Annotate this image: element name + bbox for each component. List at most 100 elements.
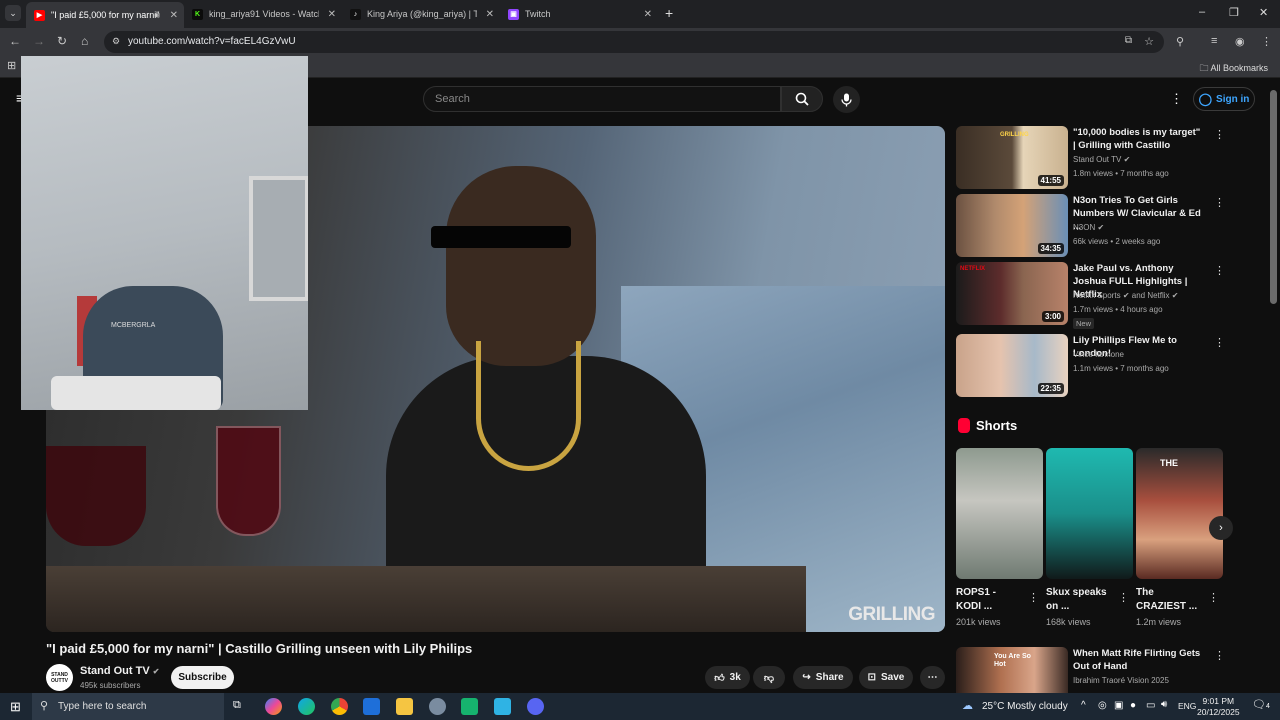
- recommendation-item[interactable]: 34:35 N3on Tries To Get Girls Numbers W/…: [956, 194, 1226, 258]
- like-button[interactable]: 👍︎ 3k: [705, 666, 750, 689]
- new-tab-button[interactable]: +: [665, 5, 673, 21]
- app-icon[interactable]: [527, 698, 544, 715]
- install-app-icon[interactable]: ⧉: [1125, 35, 1132, 46]
- recommendation-item[interactable]: 22:35 Lily Phillips Flew Me to London! V…: [956, 334, 1226, 398]
- close-tab-icon[interactable]: ✕: [644, 9, 652, 20]
- language-indicator[interactable]: ENG: [1178, 701, 1196, 711]
- more-options-icon[interactable]: ⋮: [1214, 264, 1225, 277]
- network-icon[interactable]: ▭: [1146, 700, 1155, 711]
- tab-kick[interactable]: K king_ariya91 Videos - Watch O ✕: [184, 3, 342, 25]
- clock[interactable]: 9:01 PM 20/12/2025: [1197, 696, 1240, 718]
- volume-icon[interactable]: 🔊︎: [1161, 699, 1167, 710]
- browser-menu-icon[interactable]: ⋮: [1261, 35, 1272, 48]
- shorts-next-button[interactable]: ›: [1209, 516, 1233, 540]
- address-bar[interactable]: ⚙ youtube.com/watch?v=facEL4GzVwU ⧉ ☆: [104, 31, 1164, 53]
- restore-icon[interactable]: ❐: [1229, 6, 1239, 19]
- tray-app-icon[interactable]: ◎: [1098, 700, 1107, 711]
- speaker-icon[interactable]: 🔊︎: [154, 10, 160, 21]
- recommendation-item[interactable]: GRILLING 41:55 "10,000 bodies is my targ…: [956, 126, 1226, 190]
- minimize-icon[interactable]: –: [1199, 6, 1205, 18]
- channel-avatar[interactable]: STAND OUTTV: [46, 664, 73, 691]
- tray-chevron-icon[interactable]: ^: [1081, 700, 1086, 711]
- video-thumbnail[interactable]: NETFLIX 3:00: [956, 262, 1068, 325]
- notification-icon[interactable]: 🗨︎4: [1252, 698, 1270, 711]
- recommendation-meta: 1.8m views • 7 months ago: [1073, 169, 1169, 178]
- recommendation-channel[interactable]: Vince Iannone: [1073, 350, 1124, 359]
- reload-icon[interactable]: ↻: [57, 34, 67, 48]
- short-title[interactable]: ROPS1 - KODI ...: [956, 586, 1022, 614]
- snip-tool-icon[interactable]: [429, 698, 446, 715]
- short-title[interactable]: Skux speaks on ...: [1046, 586, 1112, 614]
- url-text[interactable]: youtube.com/watch?v=facEL4GzVwU: [128, 36, 296, 47]
- recommendation-title[interactable]: "10,000 bodies is my target" | Grilling …: [1073, 126, 1205, 152]
- edge-icon[interactable]: [298, 698, 315, 715]
- tab-tiktok[interactable]: ♪ King Ariya (@king_ariya) | TikTo ✕: [342, 3, 500, 25]
- recommendation-channel[interactable]: Stand Out TV ✔: [1073, 155, 1130, 164]
- voice-search-button[interactable]: [833, 86, 860, 113]
- app-icon[interactable]: [494, 698, 511, 715]
- video-thumbnail[interactable]: You Are So Hot: [956, 647, 1068, 693]
- copilot-icon[interactable]: [265, 698, 282, 715]
- app-icon[interactable]: [461, 698, 478, 715]
- mail-icon[interactable]: [363, 698, 380, 715]
- recommendation-item[interactable]: NETFLIX 3:00 Jake Paul vs. Anthony Joshu…: [956, 262, 1226, 329]
- home-icon[interactable]: ⌂: [81, 34, 88, 48]
- more-options-icon[interactable]: ⋮: [1028, 591, 1039, 604]
- search-input[interactable]: Search: [423, 86, 781, 112]
- close-tab-icon[interactable]: ✕: [170, 10, 178, 21]
- media-controls-icon[interactable]: ≡: [1211, 35, 1217, 47]
- recommendation-title[interactable]: When Matt Rife Flirting Gets Out of Hand: [1073, 647, 1205, 673]
- recommendation-channel[interactable]: Netflix Sports ✔ and Netflix ✔: [1073, 291, 1178, 300]
- thumbnail-text: GRILLING: [1000, 132, 1029, 138]
- profile-icon[interactable]: ◉: [1235, 35, 1245, 48]
- apps-grid-icon[interactable]: ⊞: [7, 59, 16, 72]
- extensions-icon[interactable]: ⚲: [1176, 35, 1184, 48]
- bookmark-star-icon[interactable]: ☆: [1144, 35, 1154, 48]
- short-thumbnail[interactable]: THE: [1136, 448, 1223, 579]
- page-scrollbar[interactable]: [1270, 90, 1277, 304]
- back-icon[interactable]: ←: [9, 34, 21, 48]
- tab-search-button[interactable]: ⌄: [5, 5, 21, 21]
- video-thumbnail[interactable]: 34:35: [956, 194, 1068, 257]
- chrome-icon[interactable]: [331, 698, 348, 715]
- video-thumbnail[interactable]: 22:35: [956, 334, 1068, 397]
- settings-more-icon[interactable]: ⋮: [1170, 91, 1183, 107]
- more-options-icon[interactable]: ⋮: [1214, 649, 1225, 662]
- recommendation-channel[interactable]: N3ON ✔: [1073, 223, 1104, 232]
- short-thumbnail[interactable]: [1046, 448, 1133, 579]
- taskbar-search[interactable]: ⚲ Type here to search: [32, 693, 224, 720]
- more-actions-button[interactable]: ⋯: [920, 666, 945, 689]
- windows-start-icon[interactable]: ⊞: [10, 699, 21, 715]
- close-tab-icon[interactable]: ✕: [486, 9, 494, 20]
- search-button[interactable]: [781, 86, 823, 112]
- dislike-button[interactable]: 👎︎: [753, 666, 785, 689]
- more-options-icon[interactable]: ⋮: [1214, 336, 1225, 349]
- more-options-icon[interactable]: ⋮: [1214, 128, 1225, 141]
- more-options-icon[interactable]: ⋮: [1208, 591, 1219, 604]
- weather-text[interactable]: 25°C Mostly cloudy: [982, 701, 1068, 712]
- more-options-icon[interactable]: ⋮: [1118, 591, 1129, 604]
- video-thumbnail[interactable]: GRILLING 41:55: [956, 126, 1068, 189]
- task-view-icon[interactable]: ⧉: [233, 699, 241, 712]
- site-info-icon[interactable]: ⚙: [112, 36, 120, 47]
- microphone-icon[interactable]: ●: [1130, 700, 1136, 711]
- recommendation-item[interactable]: You Are So Hot When Matt Rife Flirting G…: [956, 647, 1226, 693]
- forward-icon[interactable]: →: [33, 34, 45, 48]
- short-title[interactable]: The CRAZIEST ...: [1136, 586, 1202, 614]
- file-explorer-icon[interactable]: [396, 698, 413, 715]
- weather-icon[interactable]: ☁: [962, 699, 973, 712]
- short-thumbnail[interactable]: [956, 448, 1043, 579]
- more-options-icon[interactable]: ⋮: [1214, 196, 1225, 209]
- close-tab-icon[interactable]: ✕: [328, 9, 336, 20]
- save-button[interactable]: ⊡ Save: [859, 666, 913, 689]
- subscribe-button[interactable]: Subscribe: [171, 666, 234, 689]
- tab-youtube[interactable]: ▶ "I paid £5,000 for my narni" 🔊︎ ✕: [26, 2, 184, 28]
- tray-app-icon[interactable]: ▣: [1114, 700, 1123, 711]
- share-button[interactable]: ↪ Share: [793, 666, 853, 689]
- channel-name[interactable]: Stand Out TV ✔: [80, 665, 159, 677]
- tab-twitch[interactable]: ▣ Twitch ✕: [500, 3, 658, 25]
- recommendation-channel[interactable]: Ibrahim Traoré Vision 2025: [1073, 676, 1169, 685]
- sign-in-button[interactable]: ◯ Sign in: [1193, 87, 1255, 111]
- all-bookmarks-button[interactable]: 🗀︎ All Bookmarks: [1199, 61, 1268, 77]
- close-window-icon[interactable]: ✕: [1259, 6, 1268, 19]
